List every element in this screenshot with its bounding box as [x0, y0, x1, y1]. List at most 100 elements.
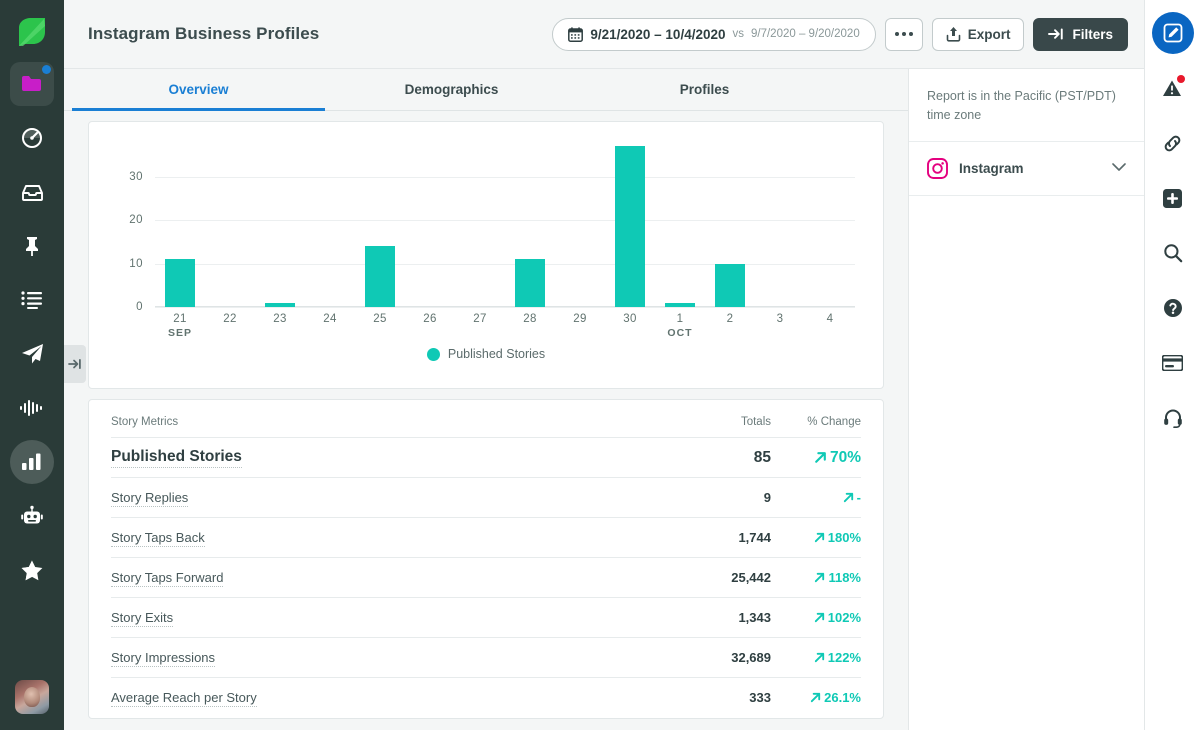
- chart-bar-slot[interactable]: [255, 142, 305, 307]
- table-head: Story Metrics Totals % Change: [111, 400, 861, 438]
- content-column: Overview Demographics Profiles 0 10 20 30: [64, 69, 908, 730]
- metric-name[interactable]: Story Impressions: [111, 650, 216, 667]
- table-row[interactable]: Story Replies 9 -: [111, 477, 861, 518]
- metric-change-value: 26.1%: [824, 690, 861, 706]
- link-shortener-button[interactable]: [1152, 122, 1194, 164]
- report-scroll-area[interactable]: 0 10 20 30 21 SEP 22 23 24 25 26 27 28 29 30 1 OCT 2 3 4 P…: [64, 111, 908, 730]
- sidebar-item-reviews[interactable]: [10, 548, 54, 592]
- sidebar-item-dashboard[interactable]: [10, 116, 54, 160]
- table-row[interactable]: Story Taps Back 1,744 180%: [111, 517, 861, 558]
- sidebar-item-listening[interactable]: [10, 386, 54, 430]
- user-avatar[interactable]: [15, 680, 49, 714]
- metric-name[interactable]: Story Replies: [111, 490, 189, 507]
- column-header-change: % Change: [807, 416, 861, 428]
- chart-bar[interactable]: [515, 259, 545, 307]
- metric-total: 333: [749, 689, 771, 705]
- support-button[interactable]: [1152, 397, 1194, 439]
- compose-button[interactable]: [1151, 12, 1194, 54]
- chart-bar-slot[interactable]: [355, 142, 405, 307]
- table-row[interactable]: Published Stories 85 70%: [111, 437, 861, 478]
- filters-button[interactable]: Filters: [1033, 17, 1128, 51]
- metric-name[interactable]: Published Stories: [111, 448, 242, 468]
- profile-name: Instagram: [959, 160, 1024, 176]
- chart-bar[interactable]: [715, 263, 745, 307]
- metric-total-cell: 1,744: [661, 517, 771, 558]
- tab-demographics[interactable]: Demographics: [325, 69, 578, 110]
- tab-profiles[interactable]: Profiles: [578, 69, 831, 110]
- chart-bar-slot[interactable]: [305, 142, 355, 307]
- trend-up-arrow-icon: [814, 652, 824, 663]
- chart-bar-slot[interactable]: [805, 142, 855, 307]
- metric-name-cell: Story Taps Forward: [111, 557, 661, 598]
- chart-bar[interactable]: [265, 302, 295, 307]
- tab-profiles-label: Profiles: [679, 82, 730, 97]
- chart-bar-slot[interactable]: [655, 142, 705, 307]
- chart-bar-slot[interactable]: [205, 142, 255, 307]
- metric-change-cell: 122%: [771, 637, 861, 678]
- chart-bar-slot[interactable]: [455, 142, 505, 307]
- tab-overview[interactable]: Overview: [72, 69, 325, 111]
- chart-x-tick: 21 SEP: [155, 313, 205, 339]
- alerts-button[interactable]: [1152, 67, 1194, 109]
- more-options-button[interactable]: [884, 17, 923, 51]
- notification-badge-dot: [42, 65, 51, 74]
- plus-icon: [1163, 188, 1182, 208]
- trend-up-arrow-icon: [815, 452, 826, 463]
- chart-x-tick: 3: [755, 313, 805, 339]
- chart-bar[interactable]: [665, 302, 695, 307]
- chart-gridline: [155, 307, 855, 308]
- table-body: Published Stories 85 70% Story Replies 9- Sto…: [111, 437, 861, 718]
- profile-filter-instagram[interactable]: Instagram: [909, 142, 1144, 196]
- chart-x-tick-day: 4: [826, 313, 834, 325]
- sidebar-item-tasks[interactable]: [10, 278, 54, 322]
- add-button[interactable]: [1152, 177, 1194, 219]
- chart-bar[interactable]: [365, 246, 395, 307]
- table-row[interactable]: Average Reach per Story 333 26.1%: [111, 677, 861, 718]
- chart-x-tick: 22: [205, 313, 255, 339]
- chart-bar-slot[interactable]: [505, 142, 555, 307]
- metric-name-cell: Story Taps Back: [111, 517, 661, 558]
- metric-name[interactable]: Average Reach per Story: [111, 690, 257, 707]
- metric-name[interactable]: Story Taps Back: [111, 530, 205, 547]
- export-button[interactable]: Export: [931, 17, 1025, 51]
- chart-canvas: 0 10 20 30 21 SEP 22 23 24 25 26 27 28 29 30 1 OCT 2 3 4: [103, 130, 869, 345]
- chart-y-tick-label: 10: [129, 257, 143, 270]
- chart-bar[interactable]: [615, 146, 645, 307]
- headset-icon: [1163, 409, 1182, 428]
- billing-button[interactable]: [1152, 342, 1194, 384]
- chart-bar[interactable]: [165, 259, 195, 307]
- chart-bar-slot[interactable]: [405, 142, 455, 307]
- search-button[interactable]: [1152, 232, 1194, 274]
- metric-change: 118%: [771, 570, 861, 585]
- sidebar-item-bots[interactable]: [10, 494, 54, 538]
- table-row[interactable]: Story Impressions 32,689 122%: [111, 637, 861, 678]
- sprout-leaf-logo[interactable]: [13, 14, 51, 52]
- metric-name[interactable]: Story Taps Forward: [111, 570, 224, 587]
- table-row[interactable]: Story Exits 1,343 102%: [111, 597, 861, 638]
- chart-x-tick-day: 21: [173, 313, 187, 325]
- sidebar-item-messages-folder[interactable]: [10, 62, 54, 106]
- date-range-selector[interactable]: 9/21/2020 – 10/4/2020 vs 9/7/2020 – 9/20…: [552, 17, 876, 51]
- metric-name[interactable]: Story Exits: [111, 610, 174, 627]
- legend-label-published-stories: Published Stories: [447, 347, 546, 361]
- chart-bar-slot[interactable]: [155, 142, 205, 307]
- metric-change-cell: 102%: [771, 597, 861, 638]
- chart-x-tick-day: 28: [523, 313, 537, 325]
- chart-bar-slot[interactable]: [605, 142, 655, 307]
- chevron-down-icon[interactable]: [1112, 159, 1126, 177]
- sidebar-item-reports[interactable]: [10, 440, 54, 484]
- chart-bar-slot[interactable]: [755, 142, 805, 307]
- sidebar-item-pinned[interactable]: [10, 224, 54, 268]
- sidebar-item-publishing[interactable]: [10, 332, 54, 376]
- sidebar-collapse-handle[interactable]: [64, 345, 86, 383]
- chart-bar-slot[interactable]: [705, 142, 755, 307]
- chart-x-tick: 2: [705, 313, 755, 339]
- chart-x-tick-month: OCT: [667, 327, 693, 339]
- metric-change-cell: 118%: [771, 557, 861, 598]
- metric-change-cell: 70%: [771, 437, 861, 478]
- table-row[interactable]: Story Taps Forward 25,442 118%: [111, 557, 861, 598]
- help-button[interactable]: [1152, 287, 1194, 329]
- chart-bar-slot[interactable]: [555, 142, 605, 307]
- sidebar-item-smart-inbox[interactable]: [10, 170, 54, 214]
- metric-change-value: 102%: [827, 610, 861, 625]
